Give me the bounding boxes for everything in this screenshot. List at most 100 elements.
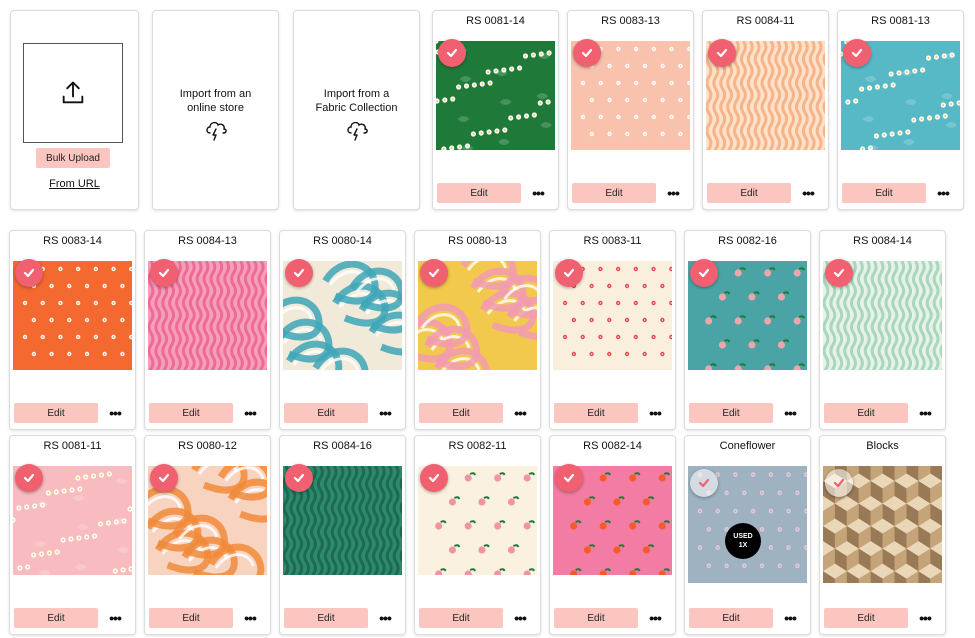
check-icon[interactable]	[825, 259, 853, 287]
more-options-icon[interactable]: •••	[780, 403, 800, 423]
fabric-name: RS 0084-11	[736, 15, 795, 27]
fabric-name: RS 0080-12	[178, 440, 237, 452]
fabric-name: RS 0082-14	[583, 440, 642, 452]
check-icon[interactable]	[843, 39, 871, 67]
used-count-badge: USED 1X	[725, 523, 761, 559]
edit-button[interactable]: Edit	[14, 403, 98, 423]
bulk-upload-button[interactable]: Bulk Upload	[36, 148, 110, 168]
more-options-icon[interactable]: •••	[663, 183, 683, 203]
fabric-card[interactable]: Coneflower USED 1X Edit •••	[684, 435, 811, 635]
edit-button[interactable]: Edit	[572, 183, 656, 203]
more-options-icon[interactable]: •••	[240, 403, 260, 423]
edit-button[interactable]: Edit	[842, 183, 926, 203]
check-icon[interactable]	[285, 464, 313, 492]
fabric-card[interactable]: RS 0082-11 Edit •••	[414, 435, 541, 635]
fabric-card[interactable]: RS 0081-14 Edit •••	[432, 10, 559, 210]
check-icon[interactable]	[690, 469, 718, 497]
fabric-card[interactable]: RS 0080-12 Edit •••	[144, 435, 271, 635]
edit-button[interactable]: Edit	[284, 403, 368, 423]
edit-button[interactable]: Edit	[149, 403, 233, 423]
cloud-lightning-icon	[346, 121, 368, 141]
more-options-icon[interactable]: •••	[645, 403, 665, 423]
edit-button[interactable]: Edit	[554, 608, 638, 628]
check-icon[interactable]	[825, 469, 853, 497]
fabric-name: Blocks	[866, 440, 899, 452]
fabric-name: RS 0080-14	[313, 235, 372, 247]
fabric-name: RS 0082-11	[448, 440, 507, 452]
fabric-card[interactable]: RS 0082-16 Edit •••	[684, 230, 811, 430]
edit-button[interactable]: Edit	[707, 183, 791, 203]
fabric-card[interactable]: RS 0084-16 Edit •••	[279, 435, 406, 635]
check-icon[interactable]	[555, 464, 583, 492]
more-options-icon[interactable]: •••	[510, 403, 530, 423]
edit-button[interactable]: Edit	[14, 608, 98, 628]
fabric-card[interactable]: RS 0082-14 Edit •••	[549, 435, 676, 635]
from-url-link[interactable]: From URL	[11, 178, 138, 190]
more-options-icon[interactable]: •••	[528, 183, 548, 203]
upload-icon	[62, 81, 84, 104]
fabric-card[interactable]: RS 0080-14 Edit •••	[279, 230, 406, 430]
edit-button[interactable]: Edit	[824, 608, 908, 628]
more-options-icon[interactable]: •••	[798, 183, 818, 203]
fabric-card[interactable]: RS 0084-11 Edit •••	[702, 10, 829, 210]
fabric-card[interactable]: RS 0084-14 Edit •••	[819, 230, 946, 430]
more-options-icon[interactable]: •••	[645, 608, 665, 628]
check-icon[interactable]	[420, 464, 448, 492]
fabric-card[interactable]: Blocks Edit •••	[819, 435, 946, 635]
more-options-icon[interactable]: •••	[780, 608, 800, 628]
fabric-name: RS 0081-14	[466, 15, 525, 27]
fabric-card[interactable]: RS 0083-13 Edit •••	[567, 10, 694, 210]
edit-button[interactable]: Edit	[149, 608, 233, 628]
more-options-icon[interactable]: •••	[375, 403, 395, 423]
more-options-icon[interactable]: •••	[510, 608, 530, 628]
edit-button[interactable]: Edit	[419, 608, 503, 628]
check-icon[interactable]	[690, 259, 718, 287]
fabric-card[interactable]: RS 0081-11 Edit •••	[9, 435, 136, 635]
check-icon[interactable]	[150, 464, 178, 492]
fabric-name: RS 0081-11	[43, 440, 102, 452]
edit-button[interactable]: Edit	[284, 608, 368, 628]
fabric-name: RS 0083-13	[601, 15, 660, 27]
more-options-icon[interactable]: •••	[375, 608, 395, 628]
check-icon[interactable]	[15, 464, 43, 492]
import-collection-card[interactable]: Import from a Fabric Collection	[293, 10, 420, 210]
edit-button[interactable]: Edit	[824, 403, 908, 423]
edit-button[interactable]: Edit	[554, 403, 638, 423]
edit-button[interactable]: Edit	[437, 183, 521, 203]
fabric-name: RS 0084-13	[178, 235, 237, 247]
check-icon[interactable]	[420, 259, 448, 287]
fabric-name: RS 0081-13	[871, 15, 930, 27]
check-icon[interactable]	[573, 39, 601, 67]
fabric-name: RS 0084-16	[313, 440, 372, 452]
upload-card: Bulk Upload From URL	[10, 10, 139, 210]
more-options-icon[interactable]: •••	[915, 403, 935, 423]
import-store-label: Import from an online store	[179, 88, 252, 114]
edit-button[interactable]: Edit	[689, 403, 773, 423]
check-icon[interactable]	[285, 259, 313, 287]
check-icon[interactable]	[15, 259, 43, 287]
fabric-name: Coneflower	[719, 440, 776, 452]
cloud-lightning-icon	[205, 121, 227, 141]
fabric-name: RS 0080-13	[448, 235, 507, 247]
check-icon[interactable]	[150, 259, 178, 287]
fabric-card[interactable]: RS 0081-13 Edit •••	[837, 10, 964, 210]
fabric-card[interactable]: RS 0084-13 Edit •••	[144, 230, 271, 430]
check-icon[interactable]	[555, 259, 583, 287]
edit-button[interactable]: Edit	[689, 608, 773, 628]
check-icon[interactable]	[438, 39, 466, 67]
fabric-card[interactable]: RS 0083-11 Edit •••	[549, 230, 676, 430]
more-options-icon[interactable]: •••	[915, 608, 935, 628]
fabric-card[interactable]: RS 0080-13 Edit •••	[414, 230, 541, 430]
import-store-card[interactable]: Import from an online store	[152, 10, 279, 210]
more-options-icon[interactable]: •••	[105, 608, 125, 628]
more-options-icon[interactable]: •••	[105, 403, 125, 423]
fabric-name: RS 0083-11	[583, 235, 642, 247]
more-options-icon[interactable]: •••	[240, 608, 260, 628]
more-options-icon[interactable]: •••	[933, 183, 953, 203]
upload-dropzone[interactable]	[23, 43, 123, 143]
check-icon[interactable]	[708, 39, 736, 67]
fabric-card[interactable]: RS 0083-14 Edit •••	[9, 230, 136, 430]
fabric-name: RS 0083-14	[43, 235, 102, 247]
edit-button[interactable]: Edit	[419, 403, 503, 423]
fabric-name: RS 0082-16	[718, 235, 777, 247]
